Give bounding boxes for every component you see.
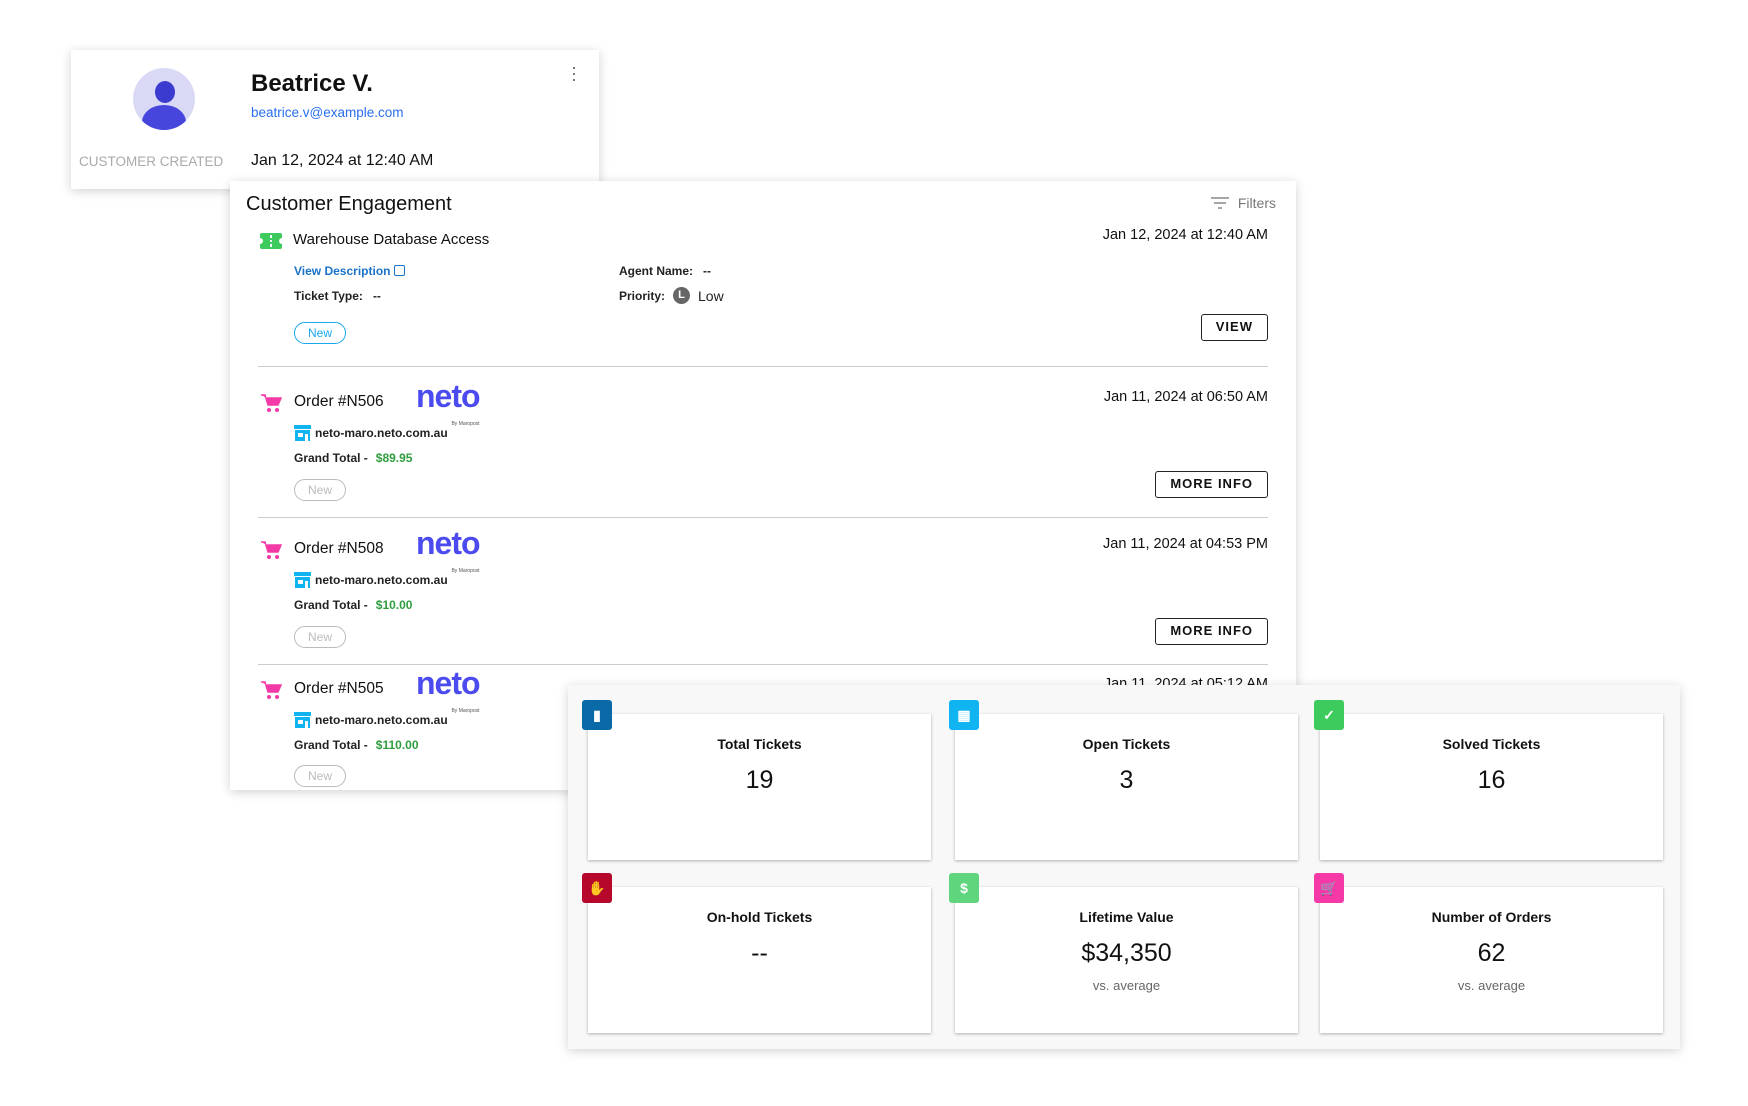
stats-panel: Total Tickets 19 ▮ Open Tickets 3 ▦ Solved… (568, 685, 1680, 1049)
more-info-button[interactable]: MORE INFO (1155, 471, 1268, 498)
stat-label: Lifetime Value (1079, 909, 1174, 925)
status-badge: New (294, 479, 346, 501)
ticket-icon (260, 233, 282, 249)
order-date: Jan 11, 2024 at 04:53 PM (1103, 536, 1268, 552)
stat-value: 62 (1477, 939, 1506, 967)
order-title: Order #N508 (294, 540, 384, 557)
neto-logo: neto By Maropost (416, 378, 481, 427)
ticket-type: Ticket Type: -- (294, 289, 381, 303)
neto-logo: neto By Maropost (416, 665, 481, 714)
priority: Priority: L Low (619, 287, 724, 304)
stat-card: Total Tickets 19 (588, 714, 931, 860)
stat-card: Solved Tickets 16 (1320, 714, 1663, 860)
ticket-title: Warehouse Database Access (293, 231, 490, 248)
cart-icon (261, 541, 282, 559)
customer-email-link[interactable]: beatrice.v@example.com (251, 105, 404, 120)
priority-badge: L (673, 287, 691, 304)
tickets-icon: ▮ (582, 700, 612, 730)
cart-icon (261, 681, 282, 699)
stat-value: 16 (1477, 766, 1506, 794)
dollar-icon: $ (949, 873, 979, 903)
cart-icon (261, 394, 282, 412)
stat-label: Solved Tickets (1442, 736, 1541, 752)
order-date: Jan 11, 2024 at 06:50 AM (1103, 389, 1268, 405)
ticket-item: Warehouse Database Access Jan 12, 2024 a… (230, 209, 1296, 356)
view-button[interactable]: VIEW (1200, 314, 1268, 341)
ticket-icon: ▦ (949, 700, 979, 730)
store-icon (294, 712, 311, 728)
hand-icon: ✋ (582, 873, 612, 903)
stat-sub: vs. average (1092, 978, 1161, 993)
stat-card: On-hold Tickets -- (588, 887, 931, 1033)
store-link: neto-maro.neto.com.au (294, 712, 448, 728)
status-badge: New (294, 322, 346, 344)
customer-name: Beatrice V. (251, 70, 373, 97)
grand-total: Grand Total - $10.00 (294, 598, 413, 612)
order-title: Order #N505 (294, 680, 384, 697)
neto-logo: neto By Maropost (416, 525, 481, 574)
stat-label: On-hold Tickets (706, 909, 813, 925)
more-info-button[interactable]: MORE INFO (1155, 618, 1268, 645)
grand-total: Grand Total - $89.95 (294, 451, 413, 465)
stat-value: $34,350 (1081, 939, 1172, 967)
order-title: Order #N506 (294, 393, 384, 410)
filter-icon (1210, 197, 1229, 209)
store-link: neto-maro.neto.com.au (294, 425, 448, 441)
stat-sub: vs. average (1457, 978, 1526, 993)
customer-created-label: CUSTOMER CREATED (79, 154, 224, 169)
avatar (133, 68, 195, 130)
stat-card: Number of Orders 62 vs. average (1320, 887, 1663, 1033)
stat-value: 3 (1119, 766, 1134, 794)
store-icon (294, 572, 311, 588)
divider (258, 366, 1268, 367)
stat-card: Open Tickets 3 (955, 714, 1298, 860)
order-item: Order #N508 neto By Maropost Jan 11, 2024… (230, 518, 1296, 665)
order-item: Order #N506 neto By Maropost Jan 11, 2024… (230, 371, 1296, 518)
customer-profile-card: Beatrice V. beatrice.v@example.com CUSTO… (71, 50, 599, 189)
grand-total: Grand Total - $110.00 (294, 738, 419, 752)
store-link: neto-maro.neto.com.au (294, 572, 448, 588)
status-badge: New (294, 765, 346, 787)
ticket-date: Jan 12, 2024 at 12:40 AM (1102, 227, 1268, 243)
view-description-link[interactable]: View Description (294, 264, 405, 278)
stat-value: 19 (745, 766, 774, 794)
agent-name: Agent Name: -- (619, 264, 712, 278)
stat-card: Lifetime Value $34,350 vs. average (955, 887, 1298, 1033)
stat-label: Number of Orders (1431, 909, 1552, 925)
cart-icon: 🛒 (1314, 873, 1344, 903)
status-badge: New (294, 626, 346, 648)
kebab-icon[interactable]: · · · (569, 58, 579, 88)
store-icon (294, 425, 311, 441)
stat-value: -- (751, 939, 768, 967)
open-external-icon (393, 265, 405, 276)
stat-label: Total Tickets (717, 736, 802, 752)
customer-created-date: Jan 12, 2024 at 12:40 AM (251, 152, 434, 169)
shield-check-icon: ✓ (1314, 700, 1344, 730)
stat-label: Open Tickets (1082, 736, 1171, 752)
